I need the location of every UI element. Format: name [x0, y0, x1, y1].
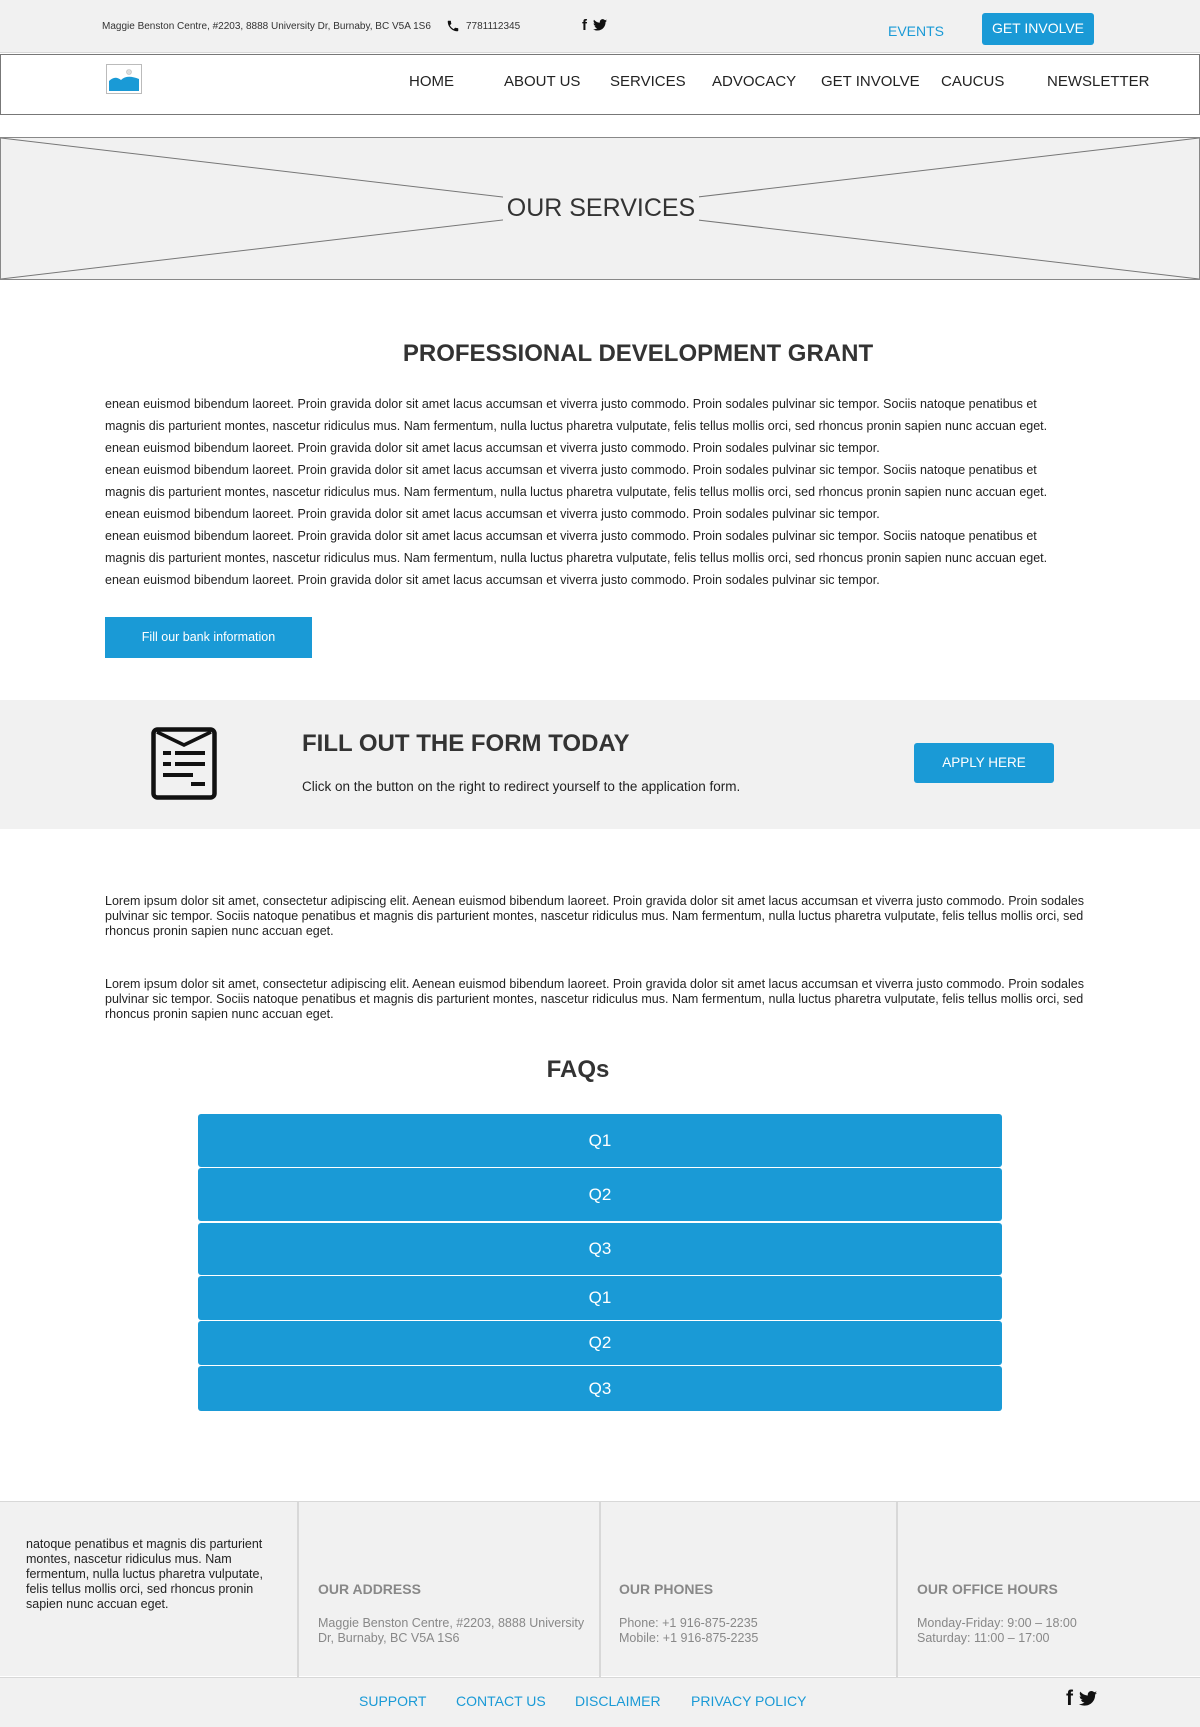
twitter-icon[interactable] [1079, 1691, 1097, 1706]
events-link[interactable]: EVENTS [888, 23, 944, 39]
body-paragraph: Lorem ipsum dolor sit amet, consectetur … [105, 977, 1084, 1021]
footer-address-line: Dr, Burnaby, BC V5A 1S6 [318, 1631, 460, 1645]
bottom-bar: SUPPORT CONTACT US DISCLAIMER PRIVACY PO… [0, 1677, 1200, 1727]
footer-address-heading: OUR ADDRESS [318, 1581, 421, 1597]
grant-line: enean euismod bibendum laoreet. Proin gr… [105, 441, 880, 455]
privacy-policy-link[interactable]: PRIVACY POLICY [691, 1693, 806, 1709]
bottom-social: f [1066, 1687, 1097, 1711]
body-paragraph: Lorem ipsum dolor sit amet, consectetur … [105, 894, 1084, 938]
footer: natoque penatibus et magnis dis parturie… [0, 1501, 1200, 1677]
grant-line: enean euismod bibendum laoreet. Proin gr… [105, 529, 1037, 543]
faq-item[interactable]: Q3 [198, 1223, 1002, 1275]
nav-home[interactable]: HOME [409, 73, 454, 90]
facebook-icon[interactable]: f [582, 17, 587, 34]
grant-line: enean euismod bibendum laoreet. Proin gr… [105, 397, 1037, 411]
form-cta-band: FILL OUT THE FORM TODAY Click on the but… [0, 700, 1200, 829]
logo-image-icon[interactable] [106, 64, 142, 94]
top-social: f [582, 17, 607, 34]
footer-phone: Phone: +1 916-875-2235 [619, 1616, 758, 1630]
nav-caucus[interactable]: CAUCUS [941, 73, 1004, 90]
disclaimer-link[interactable]: DISCLAIMER [575, 1693, 661, 1709]
hero-title: OUR SERVICES [1, 194, 1200, 223]
footer-address-text: Maggie Benston Centre, #2203, 8888 Unive… [318, 1616, 584, 1646]
footer-phones-text: Phone: +1 916-875-2235 Mobile: +1 916-87… [619, 1616, 758, 1646]
footer-col-hours: OUR OFFICE HOURS Monday-Friday: 9:00 – 1… [898, 1502, 1200, 1677]
footer-col-intro: natoque penatibus et magnis dis parturie… [0, 1502, 299, 1677]
footer-hours-text: Monday-Friday: 9:00 – 18:00 Saturday: 11… [917, 1616, 1077, 1646]
footer-intro: natoque penatibus et magnis dis parturie… [26, 1537, 263, 1611]
main-nav: HOME ABOUT US SERVICES ADVOCACY GET INVO… [0, 54, 1200, 115]
nav-get-involve[interactable]: GET INVOLVE [821, 73, 920, 90]
grant-line: enean euismod bibendum laoreet. Proin gr… [105, 573, 880, 587]
footer-phones-heading: OUR PHONES [619, 1581, 714, 1597]
form-cta-title: FILL OUT THE FORM TODAY [302, 730, 630, 757]
facebook-icon[interactable]: f [1066, 1687, 1073, 1710]
nav-services[interactable]: SERVICES [610, 73, 686, 90]
footer-hours-heading: OUR OFFICE HOURS [917, 1581, 1058, 1597]
grant-line: magnis dis parturient montes, nascetur r… [105, 419, 1048, 433]
grant-title: PROFESSIONAL DEVELOPMENT GRANT [402, 340, 874, 367]
grant-line: magnis dis parturient montes, nascetur r… [105, 485, 1048, 499]
footer-col-phones: OUR PHONES Phone: +1 916-875-2235 Mobile… [601, 1502, 898, 1677]
top-bar: Maggie Benston Centre, #2203, 8888 Unive… [0, 0, 1200, 53]
grant-body: enean euismod bibendum laoreet. Proin gr… [105, 393, 1095, 591]
footer-address-line: Maggie Benston Centre, #2203, 8888 Unive… [318, 1616, 585, 1630]
form-cta-description: Click on the button on the right to redi… [302, 779, 741, 794]
footer-hours-weekday: Monday-Friday: 9:00 – 18:00 [917, 1616, 1077, 1630]
nav-about-us[interactable]: ABOUT US [504, 73, 580, 90]
phone-icon [447, 20, 459, 32]
footer-col-address: OUR ADDRESS Maggie Benston Centre, #2203… [299, 1502, 601, 1677]
top-phone: 7781112345 [466, 21, 521, 32]
grant-line: enean euismod bibendum laoreet. Proin gr… [105, 507, 880, 521]
apply-here-button[interactable]: APPLY HERE [914, 743, 1054, 783]
footer-hours-saturday: Saturday: 11:00 – 17:00 [917, 1631, 1050, 1645]
faq-item[interactable]: Q2 [198, 1168, 1002, 1221]
faq-item[interactable]: Q1 [198, 1114, 1002, 1167]
twitter-icon[interactable] [593, 19, 607, 31]
faq-title: FAQs [546, 1056, 610, 1083]
footer-mobile: Mobile: +1 916-875-2235 [619, 1631, 759, 1645]
nav-advocacy[interactable]: ADVOCACY [712, 73, 796, 90]
nav-newsletter[interactable]: NEWSLETTER [1047, 73, 1150, 90]
hero-banner: OUR SERVICES [0, 137, 1200, 280]
support-link[interactable]: SUPPORT [359, 1693, 426, 1709]
top-address: Maggie Benston Centre, #2203, 8888 Unive… [102, 21, 431, 32]
contact-us-link[interactable]: CONTACT US [456, 1693, 546, 1709]
faq-item[interactable]: Q2 [198, 1321, 1002, 1365]
form-document-icon [151, 727, 217, 800]
grant-line: magnis dis parturient montes, nascetur r… [105, 551, 1048, 565]
faq-item[interactable]: Q3 [198, 1366, 1002, 1411]
get-involve-button[interactable]: GET INVOLVE [982, 13, 1094, 45]
bank-info-button[interactable]: Fill our bank information [105, 617, 312, 658]
faq-item[interactable]: Q1 [198, 1276, 1002, 1320]
grant-line: enean euismod bibendum laoreet. Proin gr… [105, 463, 1037, 477]
